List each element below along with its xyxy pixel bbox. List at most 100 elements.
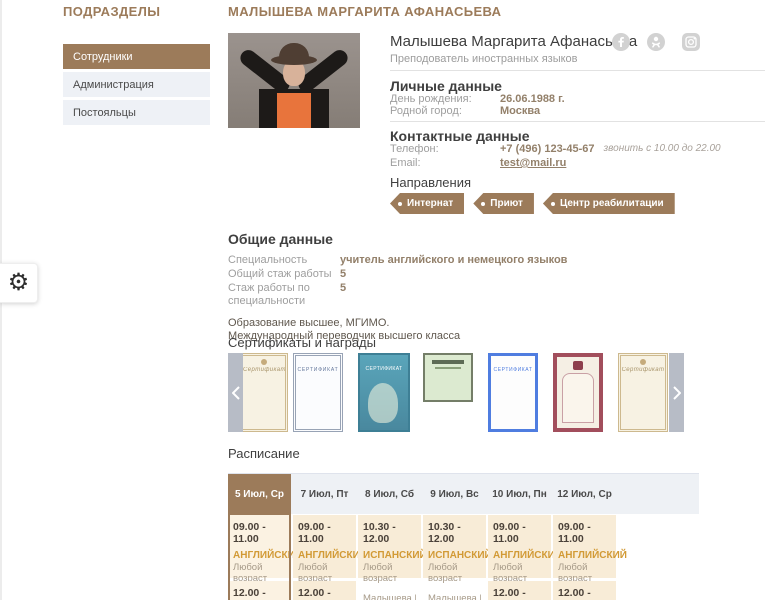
lesson-card[interactable]: 09.00 - 11.00 АНГЛИЙСКИЙ Любой возраст М…: [488, 515, 551, 578]
lesson-card[interactable]: 10.30 - 12.00 ИСПАНСКИЙ Любой возраст Ма…: [358, 515, 421, 578]
schedule-day-column-1: 09.00 - 11.00 АНГЛИЙСКИЙ Любой возраст М…: [293, 515, 356, 578]
carousel-prev-button[interactable]: [228, 353, 243, 432]
divider: [390, 121, 765, 122]
certificate-thumbnail[interactable]: СЕРТИФИКАТ: [488, 353, 538, 432]
lesson-age: Любой возраст: [428, 562, 481, 584]
lesson-card[interactable]: 12.00 - 13.00: [553, 581, 616, 600]
lesson-time: 09.00 - 11.00: [298, 521, 351, 545]
personal-row-hometown: Родной город: Москва: [390, 105, 540, 117]
sidebar-item-label: Администрация: [73, 79, 154, 91]
sidebar-item-employees[interactable]: Сотрудники: [63, 44, 210, 69]
lesson-subject: АНГЛИЙСКИЙ: [233, 550, 286, 561]
page-title: МАЛЫШЕВА МАРГАРИТА АФАНАСЬЕВА: [228, 4, 501, 19]
lesson-time: 12.00 - 13.00: [493, 587, 546, 600]
schedule-day-column-3: 10.30 - 12.00 ИСПАНСКИЙ Любой возраст Ма…: [423, 515, 486, 578]
schedule-day-column-4: 09.00 - 11.00 АНГЛИЙСКИЙ Любой возраст М…: [488, 515, 551, 578]
certificate-thumbnail[interactable]: СЕРТИФИКАТ: [293, 353, 343, 432]
schedule-tab-day-4[interactable]: 10 Июл, Пн: [488, 474, 551, 515]
row-value: учитель английского и немецкого языков: [340, 254, 567, 267]
lesson-card[interactable]: 09.00 - 11.00 АНГЛИЙСКИЙ Любой возраст М…: [293, 515, 356, 578]
tab-label: 8 Июл, Сб: [365, 489, 414, 500]
general-row-specialty: Специальность учитель английского и неме…: [228, 254, 658, 267]
directions-title: Направления: [390, 175, 471, 190]
sidebar-item-label: Сотрудники: [73, 51, 133, 63]
gear-icon: ⚙: [8, 271, 30, 295]
row-label: Телефон:: [390, 143, 500, 155]
schedule-day-column-5: 09.00 - 11.00 АНГЛИЙСКИЙ Любой возраст М…: [553, 515, 616, 578]
row-value: 5: [340, 282, 346, 308]
certificate-thumbnail[interactable]: Сертификат: [240, 353, 288, 432]
lesson-card[interactable]: 12.00 - 13.00: [488, 581, 551, 600]
row-label: День рождения:: [390, 93, 500, 105]
schedule-tab-day-2[interactable]: 8 Июл, Сб: [358, 474, 421, 515]
certificate-label: СЕРТИФИКАТ: [296, 367, 340, 373]
divider: [390, 70, 765, 71]
row-label: Общий стаж работы: [228, 268, 340, 281]
lesson-age: Любой возраст: [363, 562, 416, 584]
contact-data-title: Контактные данные: [390, 128, 529, 144]
lesson-time: 12.00 - 13.00: [233, 587, 286, 600]
certificate-thumbnail[interactable]: Сертификат: [618, 353, 668, 432]
sidebar-item-residents[interactable]: Постояльцы: [63, 100, 210, 125]
profile-photo: [228, 33, 360, 128]
schedule-title: Расписание: [228, 446, 765, 461]
settings-widget-button[interactable]: ⚙: [0, 263, 38, 303]
row-value: 5: [340, 268, 346, 281]
contact-row-email: Email: test@mail.ru: [390, 157, 566, 169]
email-link[interactable]: test@mail.ru: [500, 157, 566, 169]
personal-data-title: Личные данные: [390, 78, 502, 94]
carousel-next-button[interactable]: [669, 353, 684, 432]
facebook-icon[interactable]: [612, 33, 630, 56]
lesson-subject: АНГЛИЙСКИЙ: [298, 550, 351, 561]
row-label: Родной город:: [390, 105, 500, 117]
lesson-subject: АНГЛИЙСКИЙ: [493, 550, 546, 561]
photo-art: [271, 55, 317, 65]
lesson-teacher: Малышева М...: [428, 593, 481, 600]
person-position: Преподователь иностранных языков: [390, 53, 578, 65]
general-data-section: Общие данные Специальность учитель англи…: [228, 231, 658, 343]
row-label: Email:: [390, 157, 500, 169]
schedule-day-column-0: 09.00 - 11.00 АНГЛИЙСКИЙ Любой возраст М…: [228, 515, 291, 578]
lesson-teacher: Малышева М...: [363, 593, 416, 600]
lesson-subject: ИСПАНСКИЙ: [363, 550, 416, 561]
certificates-carousel: Сертификат СЕРТИФИКАТ СЕРТИФИКАТ СЕРТИФИ…: [228, 353, 684, 432]
direction-tag-priyut[interactable]: Приют: [473, 193, 534, 214]
phone-value: +7 (496) 123-45-67: [500, 143, 594, 155]
certificate-label: Сертификат: [621, 367, 665, 373]
schedule-tab-day-5[interactable]: 12 Июл, Ср: [553, 474, 616, 515]
contact-row-phone: Телефон: +7 (496) 123-45-67 звонить с 10…: [390, 143, 721, 155]
sidebar: ПОДРАЗДЕЛЫ Сотрудники Администрация Пост…: [63, 4, 210, 128]
lesson-card[interactable]: 12.00 - 13.00: [228, 581, 291, 600]
sidebar-item-label: Постояльцы: [73, 107, 136, 119]
lesson-card[interactable]: 09.00 - 11.00 АНГЛИЙСКИЙ Любой возраст М…: [553, 515, 616, 578]
lesson-time: 10.30 - 12.00: [363, 521, 416, 545]
tab-label: 5 Июл, Ср: [235, 489, 284, 500]
lesson-card[interactable]: 09.00 - 11.00 АНГЛИЙСКИЙ Любой возраст М…: [228, 515, 291, 578]
certificates-title: Сертификаты и награды: [228, 335, 376, 350]
certificate-thumbnail[interactable]: [423, 353, 473, 402]
direction-tag-rehab[interactable]: Центр реабилитации: [543, 193, 675, 214]
lesson-time: 12.00 - 13.00: [558, 587, 611, 600]
sidebar-item-administration[interactable]: Администрация: [63, 72, 210, 97]
lesson-card[interactable]: 12.00 - 13.00: [293, 581, 356, 600]
direction-tag-internat[interactable]: Интернат: [390, 193, 464, 214]
schedule-tab-day-0[interactable]: 5 Июл, Ср: [228, 474, 291, 515]
social-links: [612, 33, 700, 56]
schedule-tab-day-3[interactable]: 9 Июл, Вс: [423, 474, 486, 515]
odnoklassniki-icon[interactable]: [647, 33, 665, 56]
certificate-thumbnail[interactable]: СЕРТИФИКАТ: [358, 353, 410, 432]
instagram-icon[interactable]: [682, 33, 700, 56]
schedule-section: Расписание 5 Июл, Ср 7 Июл, Пт 8 Июл, Сб…: [228, 446, 765, 600]
row-label: Специальность: [228, 254, 340, 267]
certificate-label: СЕРТИФИКАТ: [491, 367, 535, 373]
row-label: Стаж работы по специальности: [228, 282, 340, 308]
lesson-card[interactable]: 10.30 - 12.00 ИСПАНСКИЙ Любой возраст Ма…: [423, 515, 486, 578]
certificate-thumbnail[interactable]: [553, 353, 603, 432]
lesson-time: 12.00 - 13.00: [298, 587, 351, 600]
lesson-time: 09.00 - 11.00: [493, 521, 546, 545]
personal-row-birthday: День рождения: 26.06.1988 г.: [390, 93, 565, 105]
schedule-tab-day-1[interactable]: 7 Июл, Пт: [293, 474, 356, 515]
sidebar-title: ПОДРАЗДЕЛЫ: [63, 4, 210, 19]
certificate-label: Сертификат: [243, 367, 285, 373]
lesson-time: 09.00 - 11.00: [558, 521, 611, 545]
